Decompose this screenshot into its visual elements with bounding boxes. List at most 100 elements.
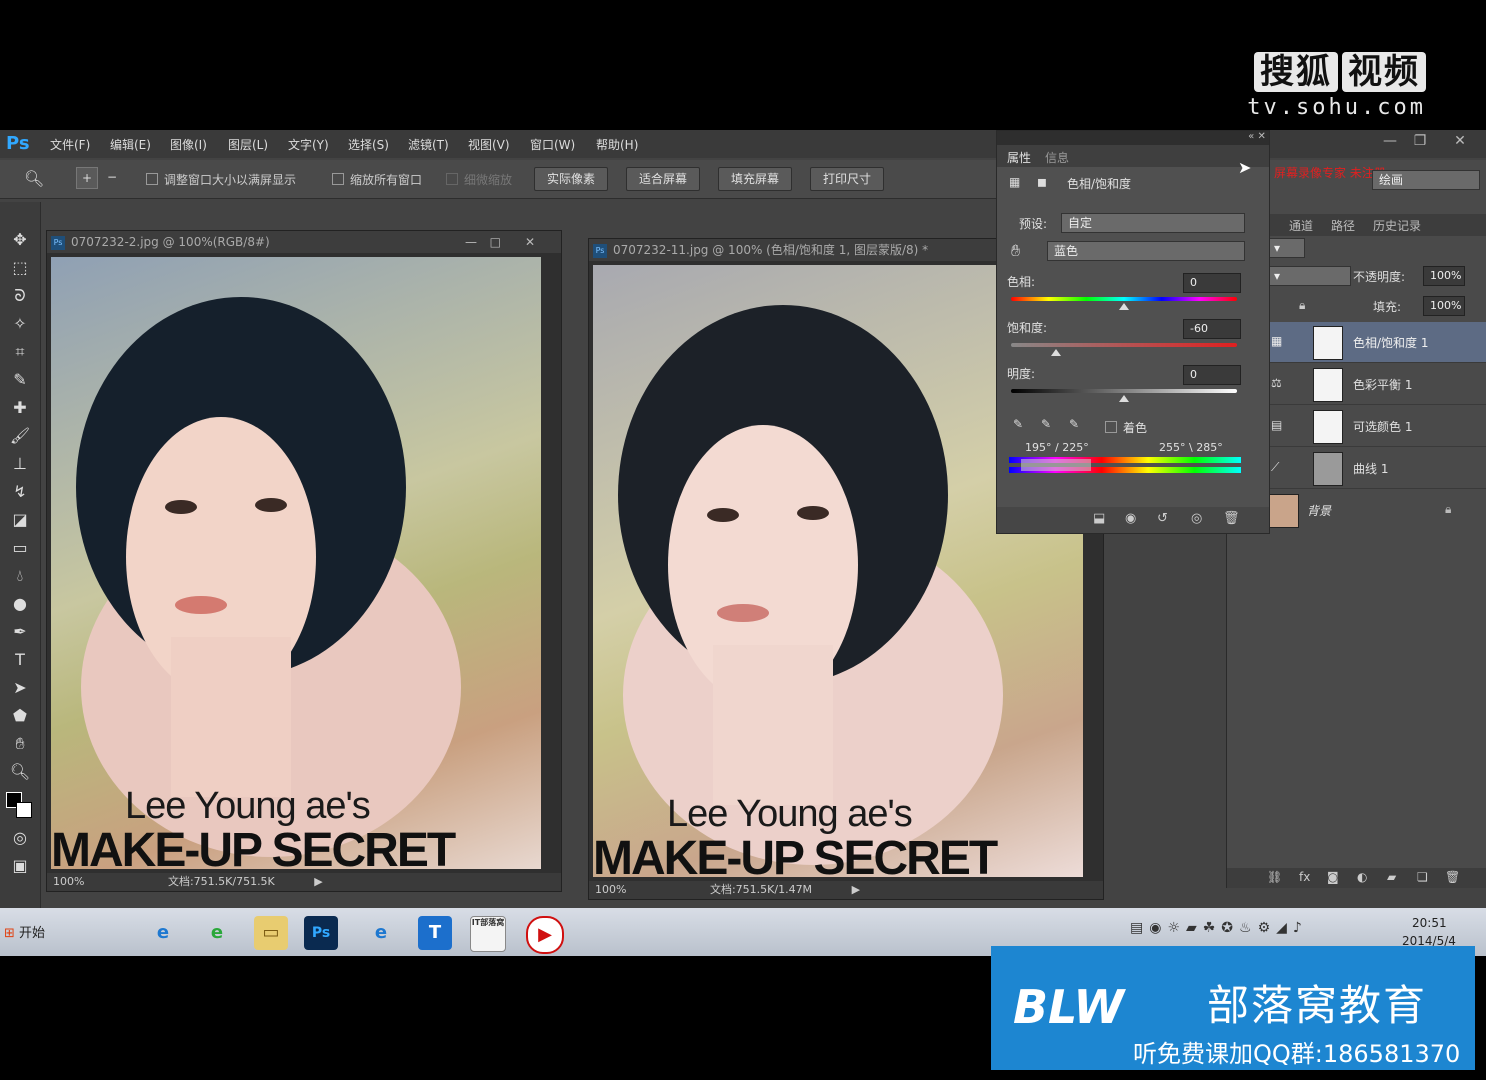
fill-input[interactable]: 100% [1423, 296, 1465, 316]
zoom-tool-sidebar-icon[interactable]: 🔍︎ [8, 760, 32, 784]
doc1-zoom-level[interactable]: 100% [53, 875, 84, 888]
scrubby-zoom-checkbox[interactable]: 细微缩放 [446, 171, 512, 188]
channel-dropdown[interactable]: 蓝色 [1047, 241, 1245, 261]
preset-dropdown[interactable]: 自定 [1061, 213, 1245, 233]
blur-tool-icon[interactable]: 💧︎ [8, 564, 32, 588]
pen-tool-icon[interactable]: ✒ [8, 620, 32, 644]
mask-icon[interactable]: ◼ [1037, 175, 1047, 189]
t-app-icon[interactable]: T [418, 916, 452, 950]
fill-screen-button[interactable]: 填充屏幕 [718, 167, 793, 191]
it-app-icon[interactable]: IT部落窝 [470, 916, 506, 952]
stamp-tool-icon[interactable]: ⊥ [8, 452, 32, 476]
visibility-eye-icon[interactable]: ◎ [1191, 511, 1202, 526]
saturation-input[interactable]: -60 [1183, 319, 1241, 339]
history-brush-icon[interactable]: ↯ [8, 480, 32, 504]
hue-slider-thumb[interactable] [1119, 303, 1129, 310]
eyedropper-icon[interactable]: ✎ [8, 368, 32, 392]
menu-filter[interactable]: 滤镜(T) [408, 136, 449, 153]
tab-info[interactable]: 信息 [1045, 149, 1069, 166]
magic-wand-icon[interactable]: ✧ [8, 312, 32, 336]
folder-icon[interactable]: ▭ [254, 916, 288, 950]
screen-mode-icon[interactable]: ▣ [8, 854, 32, 878]
layer-row[interactable]: ▤ 可选颜色 1 [1267, 406, 1486, 447]
ie-icon-2[interactable]: e [364, 916, 398, 950]
hand-tool-icon[interactable]: ✋︎ [8, 732, 32, 756]
menu-view[interactable]: 视图(V) [468, 136, 510, 153]
tab-channels[interactable]: 通道 [1289, 217, 1313, 234]
quick-mask-icon[interactable]: ◎ [8, 826, 32, 850]
doc2-status-arrow-icon[interactable]: ▶ [852, 883, 860, 896]
zoom-in-icon[interactable]: + [76, 167, 98, 189]
move-tool-icon[interactable]: ✥ [8, 228, 32, 252]
targeted-adjust-hand-icon[interactable]: ✋︎ [1011, 241, 1020, 261]
layer-row[interactable]: ⚖ 色彩平衡 1 [1267, 364, 1486, 405]
reset-icon[interactable]: ↺ [1157, 511, 1168, 526]
menu-image[interactable]: 图像(I) [170, 136, 207, 153]
eyedropper-minus-icon[interactable]: ✎ [1069, 417, 1079, 431]
photo-canvas-1[interactable]: Lee Young ae's MAKE-UP SECRET [51, 257, 541, 869]
menu-type[interactable]: 文字(Y) [288, 136, 329, 153]
group-icon[interactable]: ▰ [1387, 870, 1396, 884]
hue-input[interactable]: 0 [1183, 273, 1241, 293]
menu-help[interactable]: 帮助(H) [596, 136, 638, 153]
menu-window[interactable]: 窗口(W) [530, 136, 575, 153]
dodge-tool-icon[interactable]: ● [8, 592, 32, 616]
zoom-out-icon[interactable]: − [102, 167, 122, 187]
layer-row[interactable]: 背景 🔒︎ [1267, 490, 1486, 530]
close-icon[interactable]: ✕ [1440, 130, 1480, 152]
ie-green-icon[interactable]: e [200, 916, 234, 950]
eraser-tool-icon[interactable]: ◪ [8, 508, 32, 532]
eyedropper-plus-icon[interactable]: ✎ [1041, 417, 1051, 431]
doc1-maximize-icon[interactable]: □ [490, 231, 501, 253]
shape-tool-icon[interactable]: ⬟ [8, 704, 32, 728]
doc1-minimize-icon[interactable]: — [465, 231, 477, 253]
lightness-slider-thumb[interactable] [1119, 395, 1129, 402]
opacity-input[interactable]: 100% [1423, 266, 1465, 286]
doc2-zoom-level[interactable]: 100% [595, 883, 626, 896]
eyedropper-icon[interactable]: ✎ [1013, 417, 1023, 431]
link-layers-icon[interactable]: ⛓ [1267, 870, 1282, 884]
trash-icon[interactable]: 🗑︎ [1445, 870, 1460, 884]
menu-file[interactable]: 文件(F) [50, 136, 90, 153]
layer-row[interactable]: ▦ 色相/饱和度 1 [1267, 322, 1486, 363]
saturation-slider[interactable] [1011, 343, 1237, 347]
brush-tool-icon[interactable]: 🖌︎ [8, 424, 32, 448]
photoshop-taskbar-icon[interactable]: Ps [304, 916, 338, 950]
marquee-tool-icon[interactable]: ⬚ [8, 256, 32, 280]
adjustment-layer-icon[interactable]: ◐ [1357, 870, 1367, 884]
media-player-icon[interactable]: ▶ [526, 916, 564, 954]
zoom-tool-icon[interactable]: 🔍︎ [24, 169, 44, 188]
doc1-status-arrow-icon[interactable]: ▶ [314, 875, 322, 888]
tab-history[interactable]: 历史记录 [1373, 217, 1421, 234]
panel-collapse-bar[interactable]: « ✕ [997, 131, 1269, 145]
clock-time[interactable]: 20:51 [1412, 916, 1447, 930]
hue-slider[interactable] [1011, 297, 1237, 301]
lightness-slider[interactable] [1011, 389, 1237, 393]
blend-mode-dropdown[interactable]: ▾ [1267, 266, 1351, 286]
fit-screen-button[interactable]: 适合屏幕 [626, 167, 701, 191]
crop-tool-icon[interactable]: ⌗ [8, 340, 32, 364]
fit-window-checkbox[interactable]: 调整窗口大小以满屏显示 [146, 171, 296, 188]
colorize-checkbox[interactable]: 着色 [1105, 419, 1147, 436]
lock-icon[interactable]: 🔒︎ [1299, 298, 1305, 313]
actual-pixels-button[interactable]: 实际像素 [534, 167, 609, 191]
view-previous-icon[interactable]: ◉ [1125, 511, 1136, 526]
gradient-tool-icon[interactable]: ▭ [8, 536, 32, 560]
layer-row[interactable]: ⟋ 曲线 1 [1267, 448, 1486, 489]
menu-select[interactable]: 选择(S) [348, 136, 389, 153]
system-tray-icons[interactable]: ▤◉☼▰☘✪♨⚙◢♪ [1130, 920, 1308, 936]
healing-brush-icon[interactable]: ✚ [8, 396, 32, 420]
workspace-dropdown[interactable]: 绘画 [1372, 170, 1480, 190]
add-mask-icon[interactable]: ◙ [1327, 870, 1339, 884]
fx-icon[interactable]: fx [1299, 870, 1310, 884]
clip-to-layer-icon[interactable]: ⬓ [1093, 511, 1105, 526]
menu-edit[interactable]: 编辑(E) [110, 136, 151, 153]
maximize-icon[interactable]: ❐ [1400, 130, 1440, 152]
new-layer-icon[interactable]: ❏ [1417, 870, 1428, 884]
ie-icon[interactable]: e [146, 916, 180, 950]
start-button[interactable]: ⊞ 开始 [4, 922, 45, 941]
lasso-tool-icon[interactable]: ᘐ [8, 284, 32, 308]
type-tool-icon[interactable]: T [8, 648, 32, 672]
saturation-slider-thumb[interactable] [1051, 349, 1062, 356]
tab-paths[interactable]: 路径 [1331, 217, 1355, 234]
